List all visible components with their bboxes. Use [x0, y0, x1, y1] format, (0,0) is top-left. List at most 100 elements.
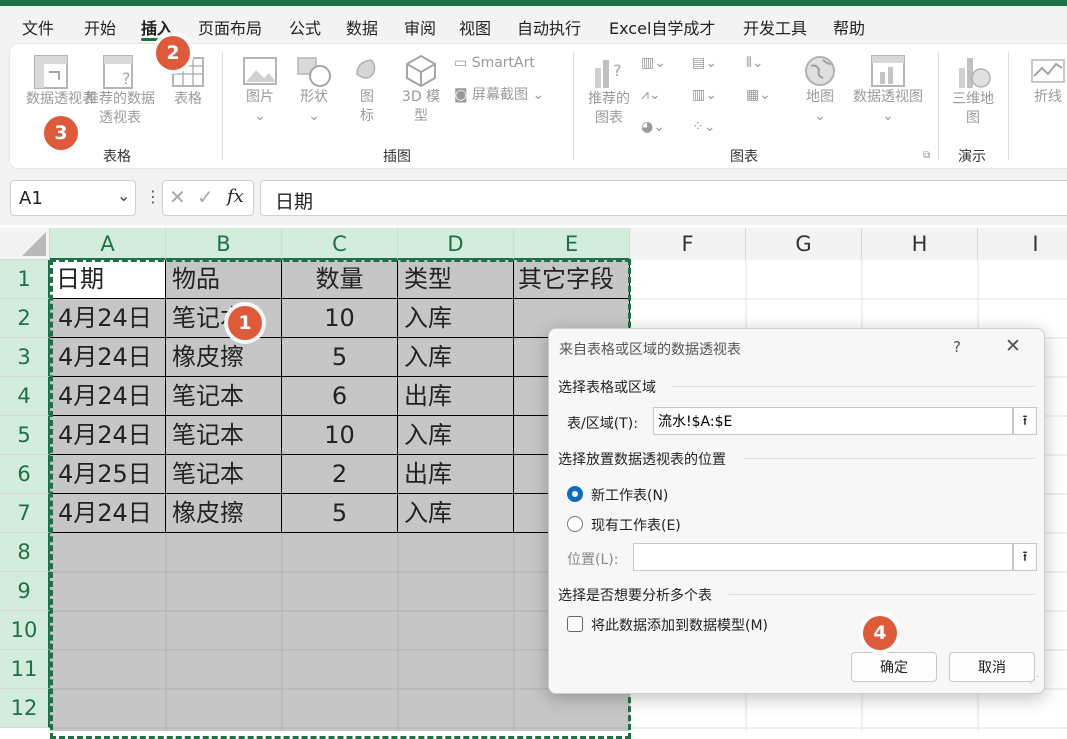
smartart-label: SmartArt	[471, 55, 535, 71]
combo-chart-icon: ▦⌄	[746, 87, 771, 103]
shapes-button[interactable]: 形状 ⌄	[294, 54, 334, 126]
new-sheet-radio[interactable]	[567, 486, 583, 502]
pie-chart-button[interactable]: ◕⌄	[641, 118, 665, 137]
sparkline-line-label: 折线	[1034, 89, 1062, 105]
3d-map-label: 三维地图	[952, 91, 994, 126]
row-header-7[interactable]: 7	[0, 494, 50, 533]
recommended-charts-label: 推荐的图表	[588, 91, 630, 126]
column-header-h[interactable]: H	[862, 228, 978, 260]
row-header-4[interactable]: 4	[0, 377, 50, 416]
shapes-label: 形状	[300, 89, 328, 105]
waterfall-chart-button[interactable]: ⫴⌄	[746, 54, 764, 73]
column-header-g[interactable]: G	[746, 228, 862, 260]
column-header-c[interactable]: C	[282, 228, 398, 260]
row-header-2[interactable]: 2	[0, 299, 50, 338]
screenshot-button[interactable]: ◙ 屏幕截图 ⌄	[454, 86, 544, 105]
map-label: 地图	[806, 89, 834, 105]
column-header-a[interactable]: A	[50, 228, 166, 260]
menu-automate[interactable]: 自动执行	[517, 15, 581, 39]
row-header-6[interactable]: 6	[0, 455, 50, 494]
pivot-table-button[interactable]: 数据透视表	[26, 54, 96, 109]
add-data-model-checkbox[interactable]	[567, 616, 583, 632]
menu-excel-self-learning[interactable]: Excel自学成才	[609, 15, 715, 39]
select-all-corner[interactable]	[0, 228, 50, 260]
column-header-e[interactable]: E	[514, 228, 630, 260]
range-input[interactable]	[653, 407, 1013, 435]
formula-input[interactable]: 日期	[260, 180, 1067, 216]
dialog-title: 来自表格或区域的数据透视表	[559, 342, 741, 358]
collapse-location-button[interactable]: ⭱	[1013, 543, 1037, 571]
column-chart-button[interactable]: ▥⌄	[641, 54, 666, 73]
collapse-range-button[interactable]: ⭱	[1013, 407, 1037, 435]
chevron-down-icon: ⌄	[532, 87, 545, 103]
icons-icon	[356, 59, 376, 79]
close-icon[interactable]: ✕	[1005, 335, 1021, 357]
ok-button[interactable]: 确定	[851, 652, 937, 682]
new-sheet-label[interactable]: 新工作表(N)	[591, 485, 668, 505]
existing-sheet-radio[interactable]	[567, 516, 583, 532]
resize-grip-icon[interactable]: ⋰	[1029, 675, 1039, 686]
pivot-table-dialog: 来自表格或区域的数据透视表 ? ✕ 选择表格或区域 表/区域(T): ⭱ 选择放…	[548, 328, 1045, 694]
menu-data[interactable]: 数据	[346, 15, 378, 39]
dialog-launcher-icon[interactable]: ⧉	[923, 150, 930, 161]
menu-view[interactable]: 视图	[459, 15, 491, 39]
cancel-entry-icon[interactable]: ✕	[169, 185, 186, 209]
pictures-button[interactable]: 图片 ⌄	[240, 54, 280, 126]
column-header-i[interactable]: I	[978, 228, 1067, 260]
menu-page-layout[interactable]: 页面布局	[198, 15, 262, 39]
3d-map-button[interactable]: 三维地图	[948, 54, 998, 128]
hierarchy-chart-button[interactable]: ▤⌄	[692, 54, 717, 73]
row-header-9[interactable]: 9	[0, 572, 50, 611]
formula-buttons: ✕ ✓ fx	[162, 180, 254, 216]
menu-file[interactable]: 文件	[22, 15, 54, 39]
combo-chart-button[interactable]: ▦⌄	[746, 86, 771, 105]
waterfall-chart-icon: ⫴⌄	[746, 55, 764, 71]
chevron-down-icon[interactable]: ⌄	[117, 186, 130, 205]
menu-review[interactable]: 审阅	[404, 15, 436, 39]
recommended-pivot-button[interactable]: ? 推荐的数据透视表	[80, 54, 160, 128]
menu-home[interactable]: 开始	[84, 15, 116, 39]
column-header-d[interactable]: D	[398, 228, 514, 260]
more-options-icon[interactable]: ⋮	[145, 187, 161, 206]
row-header-1[interactable]: 1	[0, 260, 50, 299]
copy-marquee	[50, 259, 631, 739]
add-data-model-label[interactable]: 将此数据添加到数据模型(M)	[591, 615, 768, 635]
scatter-chart-button[interactable]: ⁘⌄	[692, 118, 715, 137]
cancel-button[interactable]: 取消	[949, 652, 1035, 682]
row-header-12[interactable]: 12	[0, 689, 50, 728]
column-header-b[interactable]: B	[166, 228, 282, 260]
row-header-8[interactable]: 8	[0, 533, 50, 572]
statistic-chart-button[interactable]: ▥⌄	[692, 86, 717, 105]
chevron-down-icon: ⌄	[254, 108, 266, 124]
illustrations-group-label: 插图	[383, 149, 411, 165]
statistic-chart-icon: ▥⌄	[692, 87, 717, 103]
row-header-3[interactable]: 3	[0, 338, 50, 377]
recommended-charts-button[interactable]: ? 推荐的图表	[586, 54, 632, 128]
insert-function-icon[interactable]: fx	[227, 186, 244, 207]
menu-help[interactable]: 帮助	[833, 15, 865, 39]
column-header-f[interactable]: F	[630, 228, 746, 260]
menu-developer[interactable]: 开发工具	[743, 15, 807, 39]
pictures-label: 图片	[246, 89, 274, 105]
map-chart-button[interactable]: 地图 ⌄	[800, 54, 840, 126]
row-header-11[interactable]: 11	[0, 650, 50, 689]
row-header-5[interactable]: 5	[0, 416, 50, 455]
pivot-chart-button[interactable]: 数据透视图 ⌄	[848, 54, 928, 126]
pivot-chart-label: 数据透视图	[853, 89, 923, 105]
smartart-button[interactable]: ▭ SmartArt	[454, 54, 535, 73]
name-box[interactable]: A1 ⌄	[10, 180, 136, 216]
recommended-pivot-icon: ?	[103, 55, 133, 89]
confirm-entry-icon[interactable]: ✓	[197, 185, 214, 209]
sparkline-line-button[interactable]: 折线	[1028, 54, 1067, 107]
row-header-10[interactable]: 10	[0, 611, 50, 650]
menu-formulas[interactable]: 公式	[289, 15, 321, 39]
menu-insert[interactable]: 插入	[141, 15, 173, 39]
help-button[interactable]: ?	[953, 338, 961, 356]
location-input[interactable]	[633, 543, 1013, 571]
existing-sheet-label[interactable]: 现有工作表(E)	[591, 515, 681, 535]
line-chart-button[interactable]: ⩘⌄	[641, 86, 661, 105]
icons-button[interactable]: 图标	[347, 54, 387, 126]
section-multiple-tables: 选择是否想要分析多个表	[558, 588, 712, 604]
3d-models-button[interactable]: 3D 模型	[396, 54, 446, 126]
chevron-down-icon: ⌄	[814, 108, 826, 124]
